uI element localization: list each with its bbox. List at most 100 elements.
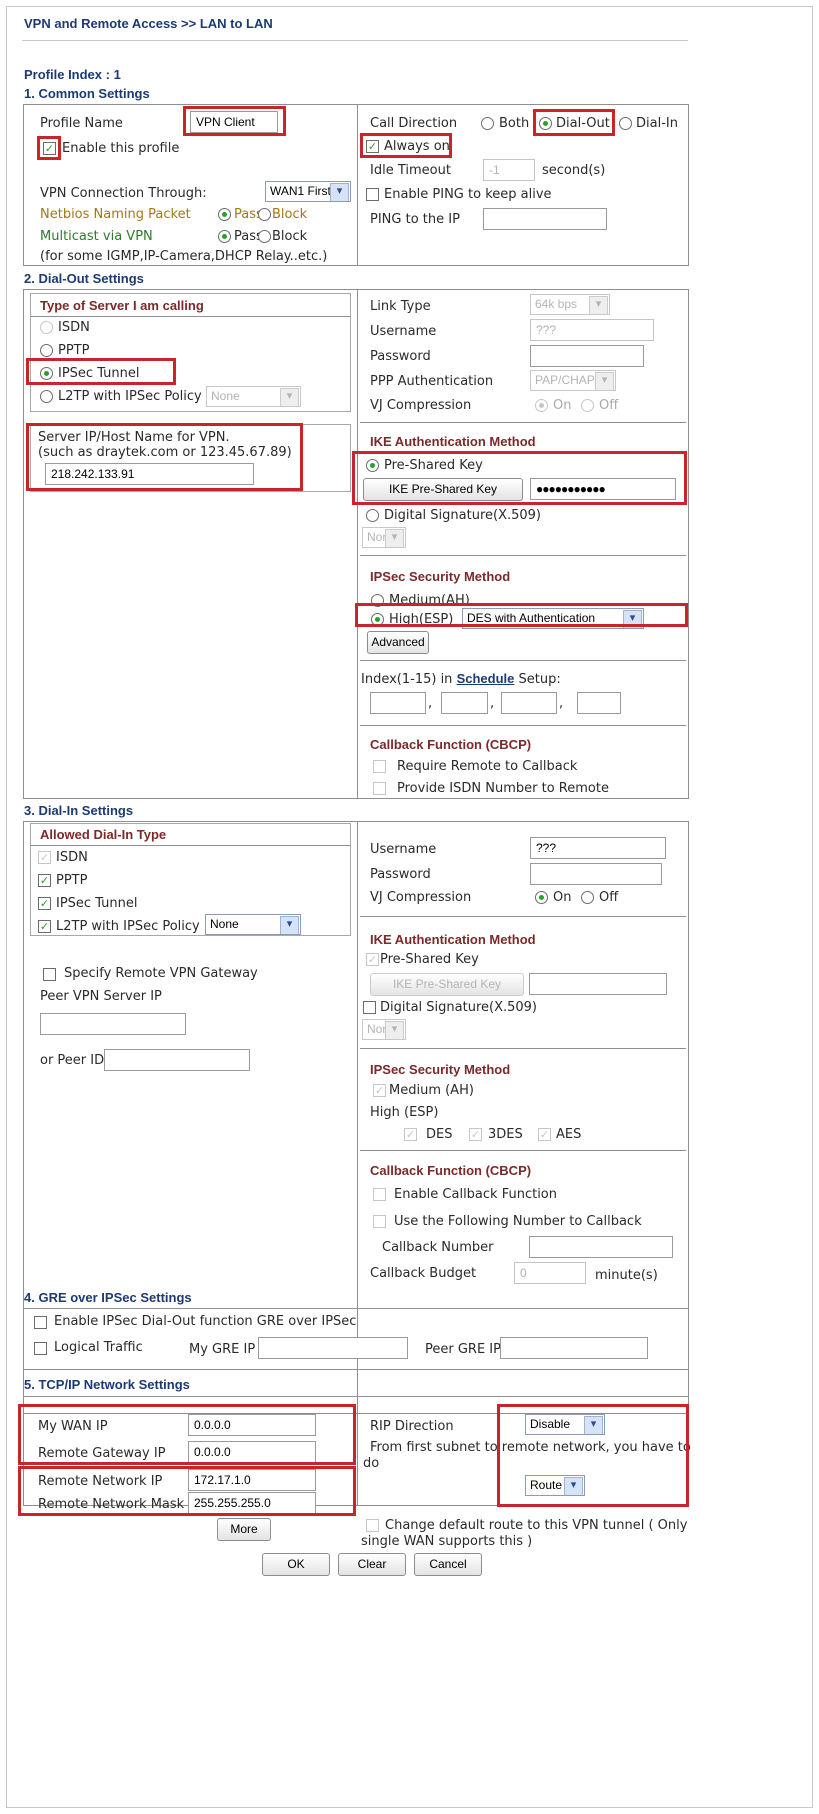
gre-enable-checkbox[interactable] [34,1316,47,1329]
change-default-checkbox[interactable] [366,1519,379,1532]
route-mode-select[interactable]: Route [525,1475,585,1496]
schedule-link[interactable]: Schedule [457,671,515,686]
dialin-vj-on-radio[interactable] [535,891,548,904]
advanced-button[interactable]: Advanced [367,631,429,654]
schedule-input-3[interactable] [501,692,557,714]
dialout-l2tp-radio[interactable] [40,390,53,403]
enable-profile-checkbox[interactable]: ✓ [43,142,56,155]
netbios-block-label: Block [272,207,308,222]
schedule-input-4[interactable] [577,692,621,714]
enable-callback-checkbox[interactable] [373,1188,386,1201]
rip-direction-select[interactable]: Disable [525,1414,605,1435]
dialin-pptp-checkbox[interactable]: ✓ [38,874,51,887]
my-wan-input[interactable]: 0.0.0.0 [188,1414,316,1436]
server-ip-input[interactable]: 218.242.133.91 [45,463,254,485]
netbios-block-radio[interactable] [258,208,271,221]
dialin-ike-psk-button[interactable]: IKE Pre-Shared Key [370,973,524,996]
ping-ip-input[interactable] [483,208,607,230]
schedule-input-1[interactable] [370,692,426,714]
call-dialout-label: Dial-Out [556,116,610,131]
schedule-input-2[interactable] [441,692,488,714]
more-button[interactable]: More [217,1518,271,1541]
dialout-vj-on-radio[interactable] [535,399,548,412]
dialout-ipsec-radio[interactable] [40,367,53,380]
clear-button[interactable]: Clear [338,1553,406,1576]
specify-gateway-label: Specify Remote VPN Gateway [64,966,258,981]
my-gre-label: My GRE IP [189,1342,256,1357]
callback-budget-input[interactable]: 0 [514,1262,586,1284]
link-type-select[interactable]: 64k bps [530,294,610,315]
my-wan-label: My WAN IP [38,1419,108,1434]
logical-traffic-label: Logical Traffic [54,1340,143,1355]
schedule-sep-3: , [559,696,564,711]
dialin-isdn-checkbox[interactable]: ✓ [38,851,51,864]
dialout-vj-off-radio[interactable] [581,399,594,412]
my-gre-input[interactable] [258,1337,408,1359]
profile-name-input[interactable]: VPN Client [190,111,278,133]
dialout-l2tp-policy-select[interactable]: None [206,386,301,407]
call-dialin-radio[interactable] [619,117,632,130]
dialin-username-input[interactable]: ??? [530,837,666,859]
dialin-password-input[interactable] [530,863,662,885]
call-dialout-radio[interactable] [539,117,552,130]
vpn-through-select[interactable]: WAN1 First [265,181,351,202]
multicast-block-radio[interactable] [258,230,271,243]
dialout-digital-sig-radio[interactable] [366,509,379,522]
dialout-username-input[interactable]: ??? [530,319,654,341]
dialin-digital-sig-checkbox[interactable] [363,1001,376,1014]
dialin-des-checkbox[interactable]: ✓ [404,1128,417,1141]
dialin-l2tp-checkbox[interactable]: ✓ [38,920,51,933]
dialin-l2tp-policy-select[interactable]: None [205,914,301,935]
dialin-3des-checkbox[interactable]: ✓ [469,1128,482,1141]
peer-gre-input[interactable] [500,1337,648,1359]
dialout-right-sep-1 [360,422,686,423]
remote-mask-input[interactable]: 255.255.255.0 [188,1492,316,1514]
dialin-ipsec-label: IPSec Tunnel [56,896,138,911]
peer-id-input[interactable] [104,1049,250,1071]
provide-isdn-checkbox[interactable] [373,782,386,795]
call-both-radio[interactable] [481,117,494,130]
enable-ping-checkbox[interactable] [366,188,379,201]
require-callback-checkbox[interactable] [373,760,386,773]
dialout-pptp-label: PPTP [58,343,90,358]
logical-traffic-checkbox[interactable] [34,1342,47,1355]
dialout-high-radio[interactable] [371,613,384,626]
dialout-isdn-radio[interactable] [40,321,53,334]
peer-server-input[interactable] [40,1013,186,1035]
dialout-medium-radio[interactable] [371,594,384,607]
dialout-digital-sig-select[interactable]: None [362,527,406,548]
always-on-checkbox[interactable]: ✓ [366,140,379,153]
ppp-auth-select[interactable]: PAP/CHAP [530,370,616,391]
multicast-pass-radio[interactable] [218,230,231,243]
dialin-medium-checkbox[interactable]: ✓ [373,1084,386,1097]
dialout-password-label: Password [370,349,431,364]
dialin-ipsec-checkbox[interactable]: ✓ [38,897,51,910]
dialin-aes-checkbox[interactable]: ✓ [538,1128,551,1141]
dialout-password-input[interactable] [530,345,644,367]
remote-network-input[interactable]: 172.17.1.0 [188,1469,316,1491]
multicast-block-label: Block [272,229,308,244]
ike-psk-button[interactable]: IKE Pre-Shared Key [363,478,523,501]
dialin-vj-off-radio[interactable] [581,891,594,904]
psk-input[interactable]: ●●●●●●●●●●● [530,478,676,500]
minutes-label: minute(s) [595,1268,658,1283]
dialin-digital-sig-select[interactable]: None [362,1019,406,1040]
cancel-button[interactable]: Cancel [414,1553,482,1576]
require-callback-label: Require Remote to Callback [397,759,578,774]
dialout-psk-radio[interactable] [366,459,379,472]
use-following-checkbox[interactable] [373,1215,386,1228]
idle-timeout-input[interactable]: -1 [483,159,535,181]
ok-button[interactable]: OK [262,1553,330,1576]
dialin-psk-checkbox[interactable]: ✓ [366,953,379,966]
link-type-label: Link Type [370,299,431,314]
netbios-pass-radio[interactable] [218,208,231,221]
vpn-through-label: VPN Connection Through: [40,186,207,201]
dialin-digital-sig-label: Digital Signature(X.509) [380,1000,538,1015]
dialin-psk-input[interactable] [529,973,667,995]
specify-gateway-checkbox[interactable] [43,968,56,981]
dialout-high-select[interactable]: DES with Authentication [462,608,644,629]
dialout-pptp-radio[interactable] [40,344,53,357]
remote-gateway-input[interactable]: 0.0.0.0 [188,1441,316,1463]
dialin-pptp-label: PPTP [56,873,88,888]
callback-number-input[interactable] [529,1236,673,1258]
